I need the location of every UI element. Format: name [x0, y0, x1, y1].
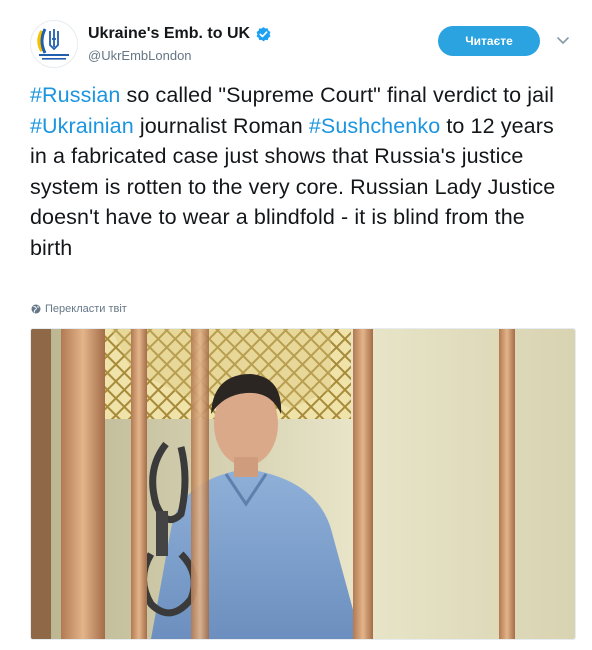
embassy-logo-icon: [37, 28, 69, 60]
courtroom-cage-photo: [31, 329, 575, 639]
author-names: Ukraine's Emb. to UK @UkrEmbLondon: [88, 24, 272, 63]
hashtag-link[interactable]: #Sushchenko: [309, 114, 440, 138]
globe-icon: [31, 304, 41, 314]
tweet-text-segment: journalist Roman: [133, 113, 309, 138]
hashtag-link[interactable]: #Russian: [30, 83, 120, 107]
tweet-text: #Russian so called "Supreme Court" final…: [30, 80, 570, 263]
hashtag-link[interactable]: #Ukrainian: [30, 114, 134, 138]
avatar[interactable]: [30, 20, 78, 68]
chevron-down-icon[interactable]: [553, 30, 573, 50]
translate-tweet-link[interactable]: Перекласти твіт: [31, 303, 127, 315]
verified-badge-icon: [256, 26, 271, 41]
tweet-photo[interactable]: [30, 328, 576, 640]
translate-label: Перекласти твіт: [45, 303, 127, 315]
tweet-header: Ukraine's Emb. to UK @UkrEmbLondon Читає…: [30, 18, 578, 68]
author-handle[interactable]: @UkrEmbLondon: [88, 48, 272, 63]
following-button[interactable]: Читаєте: [438, 26, 540, 56]
display-name[interactable]: Ukraine's Emb. to UK: [88, 25, 250, 43]
tweet-text-segment: so called "Supreme Court" final verdict …: [120, 83, 554, 107]
